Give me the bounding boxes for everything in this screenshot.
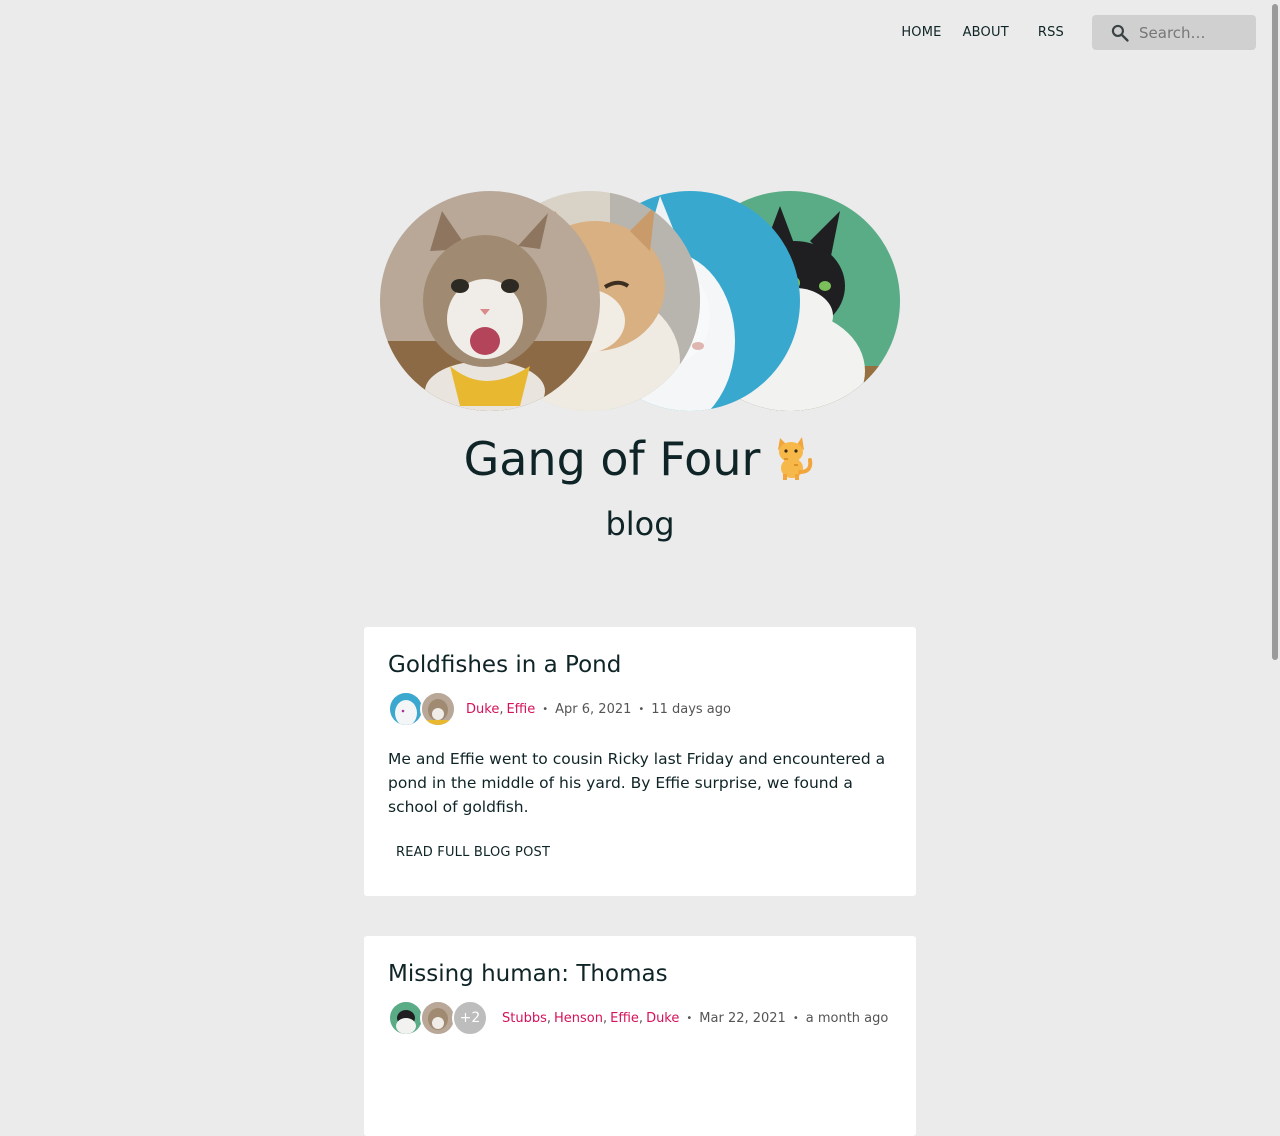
- site-subtitle: blog: [605, 505, 675, 543]
- nav-home-link[interactable]: HOME: [901, 25, 941, 40]
- search-input[interactable]: [1139, 23, 1249, 42]
- top-navigation: HOME ABOUT RSS: [901, 15, 1256, 50]
- author-separator: ,: [638, 1010, 644, 1026]
- post-meta: Duke, Effie • Apr 6, 2021 • 11 days ago: [388, 691, 731, 727]
- read-more-button[interactable]: READ FULL BLOG POST: [396, 845, 550, 860]
- nav-about-link[interactable]: ABOUT: [963, 25, 1009, 40]
- author-link[interactable]: Stubbs: [502, 1011, 547, 1026]
- search-box[interactable]: [1092, 15, 1256, 50]
- author-link[interactable]: Duke: [646, 1011, 679, 1026]
- post-title[interactable]: Missing human: Thomas: [388, 961, 668, 987]
- hero-cat-photos: [380, 191, 900, 412]
- site-title-text: Gang of Four: [463, 432, 761, 486]
- meta-separator: •: [686, 1012, 693, 1024]
- avatar-stubbs[interactable]: [388, 1000, 424, 1036]
- nav-rss-link[interactable]: RSS: [1038, 25, 1064, 40]
- search-icon: [1111, 24, 1129, 42]
- post-date: Mar 22, 2021: [699, 1010, 786, 1026]
- avatar-more-count[interactable]: +2: [452, 1000, 488, 1036]
- post-date: Apr 6, 2021: [555, 701, 632, 717]
- author-separator: ,: [499, 701, 504, 717]
- post-authors: Stubbs, Henson, Effie, Duke: [502, 1011, 679, 1026]
- avatar-henson[interactable]: [420, 1000, 456, 1036]
- author-separator: ,: [546, 1010, 552, 1026]
- author-avatars: [388, 691, 456, 727]
- post-relative-date: a month ago: [805, 1010, 889, 1026]
- cat-emoji-icon: [778, 436, 813, 480]
- author-link[interactable]: Duke: [466, 702, 499, 717]
- author-avatars: +2: [388, 1000, 488, 1036]
- meta-separator: •: [542, 703, 549, 715]
- post-card: Goldfishes in a Pond Duke, Effie • Apr 6,…: [364, 627, 916, 896]
- scrollbar-thumb[interactable]: [1272, 4, 1278, 660]
- author-separator: ,: [603, 1010, 608, 1026]
- post-excerpt: Me and Effie went to cousin Ricky last F…: [388, 750, 886, 816]
- author-link[interactable]: Effie: [506, 702, 535, 717]
- author-link[interactable]: Effie: [610, 1011, 639, 1026]
- post-card: Missing human: Thomas +2 Stubbs, Henson, E…: [364, 936, 916, 1136]
- post-authors: Duke, Effie: [466, 702, 535, 717]
- post-meta: +2 Stubbs, Henson, Effie, Duke • Mar 22, 20…: [388, 1000, 888, 1036]
- meta-separator: •: [792, 1012, 799, 1024]
- avatar-effie[interactable]: [420, 691, 456, 727]
- site-title: Gang of Four: [0, 432, 1280, 488]
- post-title[interactable]: Goldfishes in a Pond: [388, 652, 621, 678]
- author-link[interactable]: Henson: [554, 1011, 603, 1026]
- cat-photo-tabby: [380, 191, 600, 411]
- post-relative-date: 11 days ago: [651, 701, 731, 717]
- avatar-duke[interactable]: [388, 691, 424, 727]
- meta-separator: •: [638, 703, 645, 715]
